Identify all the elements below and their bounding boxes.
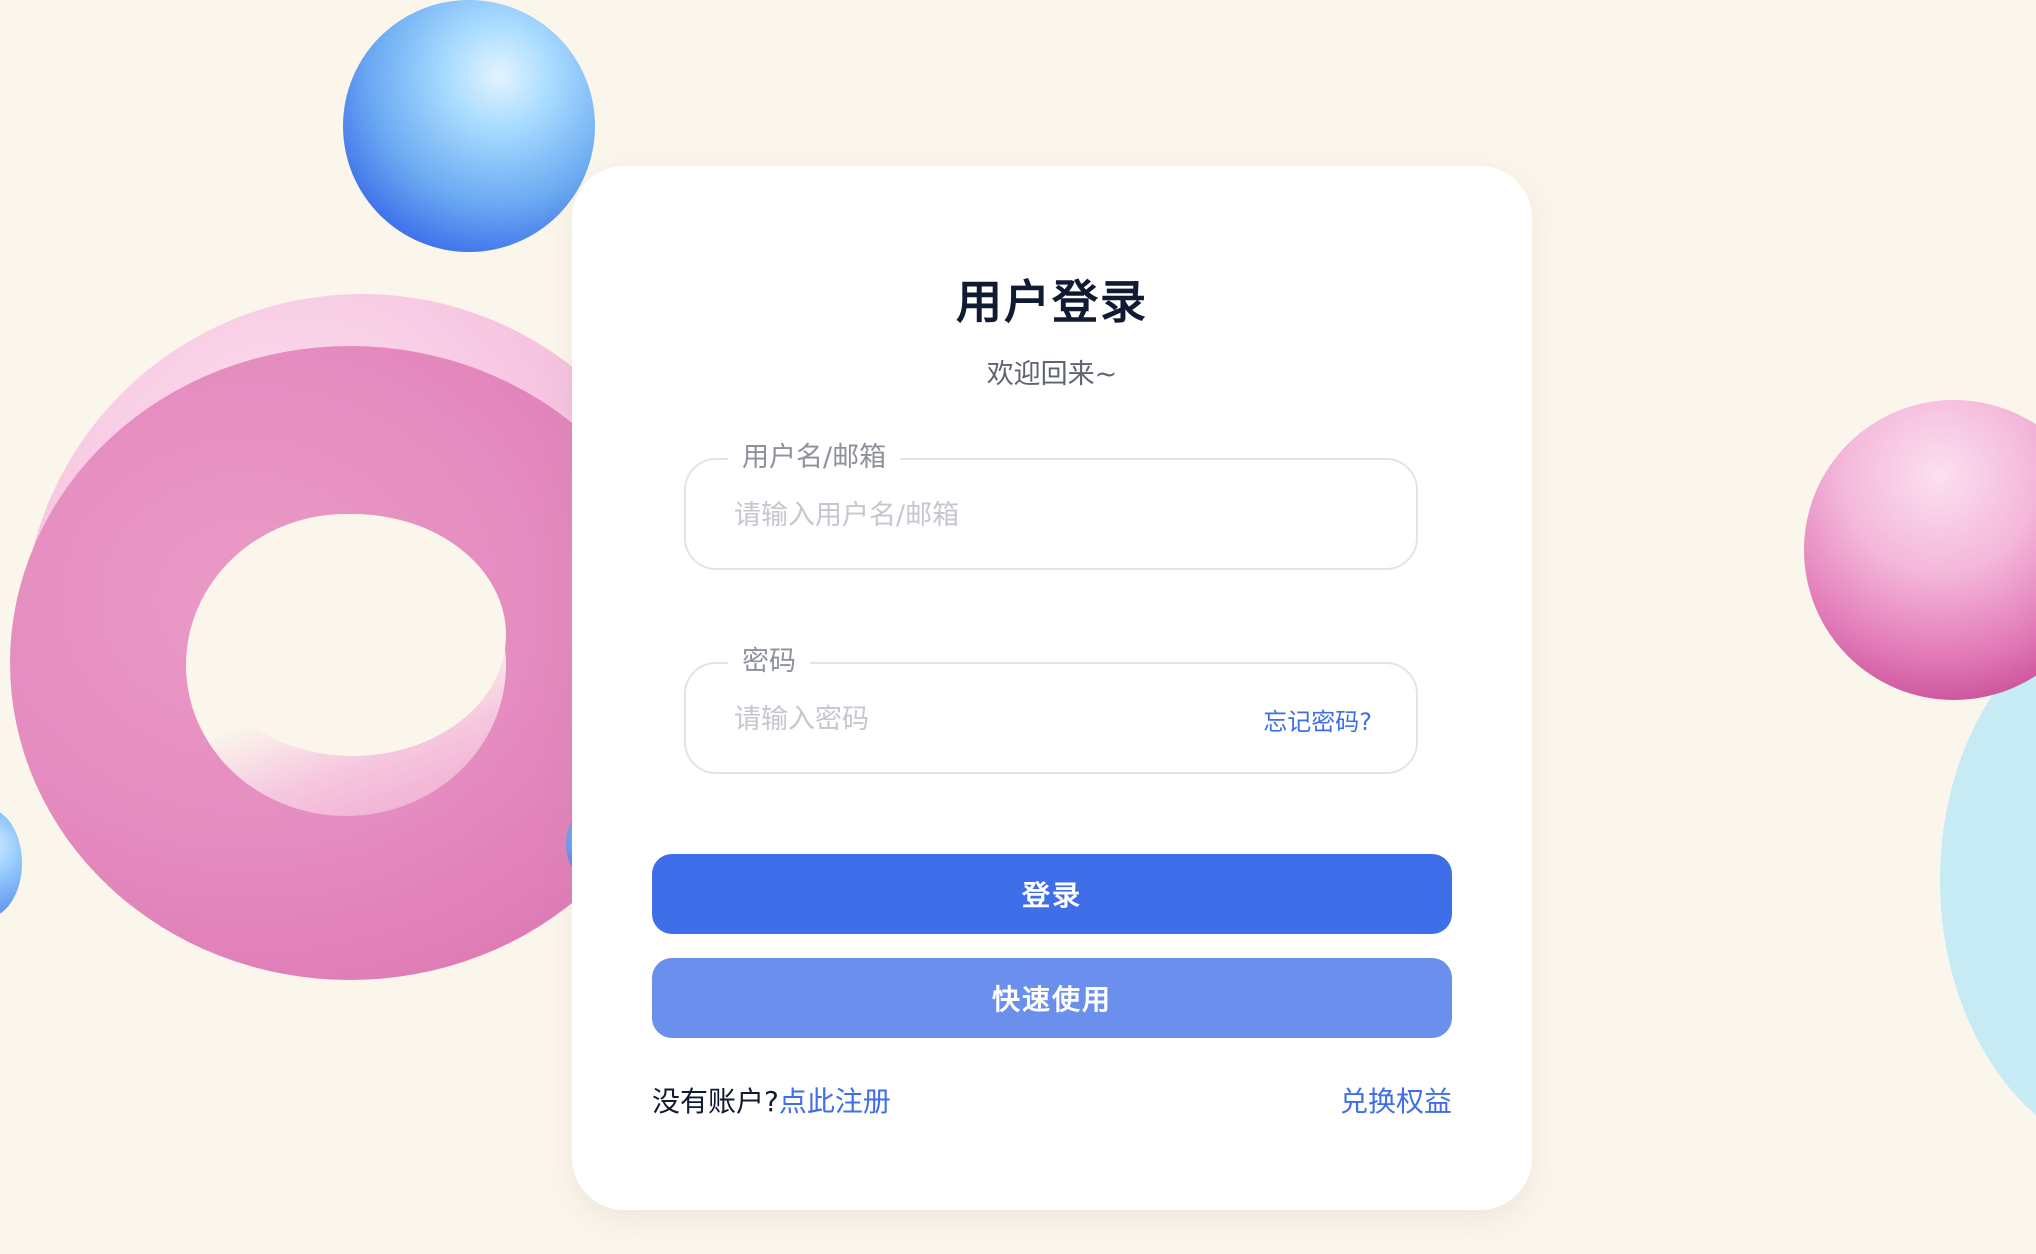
- no-account-text: 没有账户?: [652, 1085, 779, 1118]
- forgot-password-link[interactable]: 忘记密码?: [1263, 702, 1372, 737]
- password-label: 密码: [728, 644, 810, 680]
- decorative-blue-sphere: [343, 0, 595, 252]
- page-title: 用户登录: [956, 275, 1148, 329]
- password-input[interactable]: [734, 694, 1254, 744]
- decorative-pink-sphere: [1804, 400, 2036, 700]
- quick-use-button[interactable]: 快速使用: [652, 958, 1452, 1038]
- username-label: 用户名/邮箱: [728, 440, 901, 476]
- welcome-subtitle: 欢迎回来~: [986, 359, 1118, 390]
- username-input[interactable]: [734, 490, 1254, 540]
- login-button[interactable]: 登录: [652, 854, 1452, 934]
- register-link[interactable]: 点此注册: [779, 1085, 891, 1118]
- register-prompt: 没有账户?点此注册: [652, 1080, 891, 1120]
- login-card: 用户登录 欢迎回来~ 用户名/邮箱 密码 忘记密码? 登录 快速使用 没有账户?…: [572, 166, 1532, 1210]
- redeem-benefits-link[interactable]: 兑换权益: [1340, 1080, 1452, 1120]
- login-page: 用户登录 欢迎回来~ 用户名/邮箱 密码 忘记密码? 登录 快速使用 没有账户?…: [0, 0, 2036, 1254]
- username-field: 用户名/邮箱: [684, 440, 1418, 570]
- password-field: 密码 忘记密码?: [684, 644, 1418, 774]
- decorative-small-blue-sphere: [0, 808, 22, 918]
- decorative-ring-hole: [200, 514, 506, 756]
